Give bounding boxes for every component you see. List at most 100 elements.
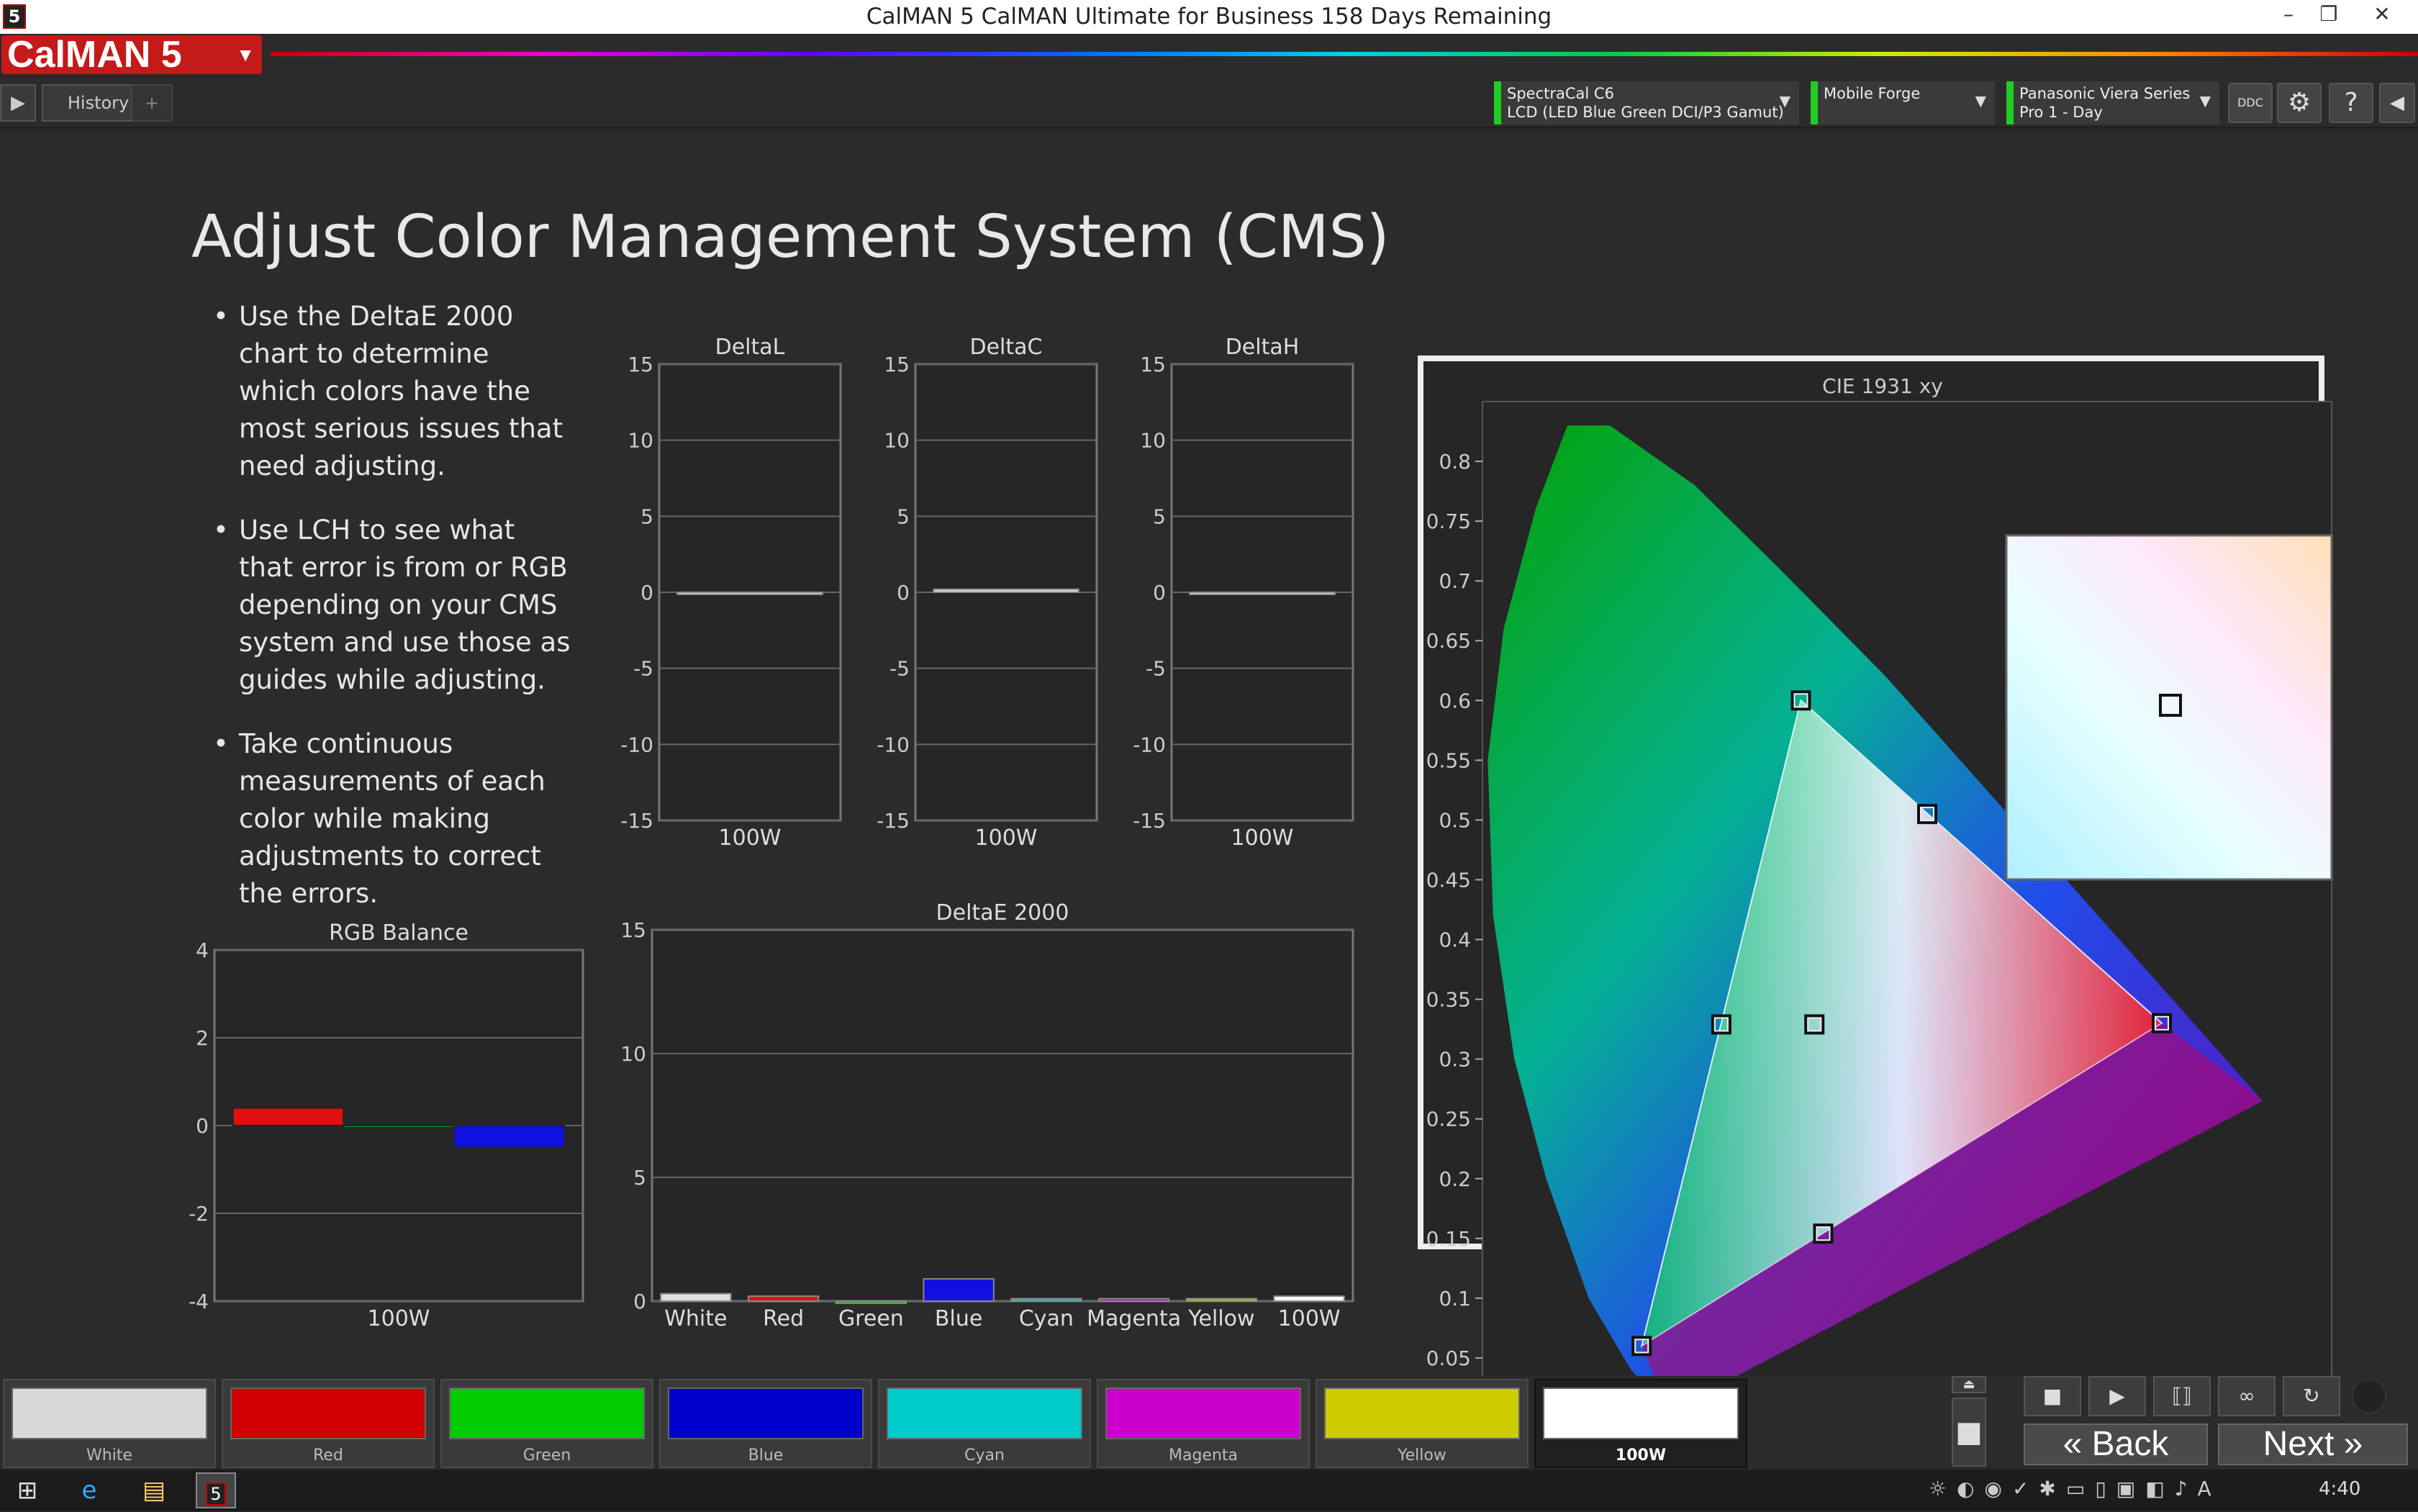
chevron-down-icon: ▼	[2199, 92, 2211, 109]
y-tick-label: 0.05	[1426, 1346, 1471, 1370]
swatch-red[interactable]: Red	[222, 1379, 435, 1468]
y-tick-label: 0.6	[1439, 689, 1471, 712]
y-tick-label: -10	[620, 733, 653, 756]
calman-taskbar-icon[interactable]: 5	[196, 1472, 236, 1508]
meter-name: SpectraCal C6	[1507, 85, 1614, 102]
swatch-magenta[interactable]: Magenta	[1097, 1379, 1310, 1468]
bar	[676, 592, 823, 595]
bar	[232, 1107, 345, 1126]
swatch-label: White	[86, 1447, 132, 1465]
swatch-label: Red	[313, 1447, 343, 1465]
y-tick-label: 10	[628, 429, 653, 453]
x-tick-label: 100W	[719, 825, 782, 851]
chart-title: DeltaH	[1226, 335, 1300, 360]
bar	[835, 1300, 907, 1304]
y-tick-label: 10	[884, 429, 910, 453]
swatch-white[interactable]: White	[3, 1379, 216, 1468]
y-tick-label: 0.3	[1439, 1048, 1471, 1072]
play-icon[interactable]: ▶	[0, 84, 36, 122]
back-button[interactable]: « Back	[2024, 1423, 2208, 1465]
y-tick-label: -5	[1146, 657, 1166, 681]
play-icon[interactable]: ▶	[2088, 1376, 2146, 1416]
rgb-balance-chart: RGB Balance 4 2 0 -2 -4 100W	[189, 920, 584, 1331]
read-series-icon[interactable]: ⟦⟧	[2153, 1376, 2211, 1416]
swatch-label: 100W	[1615, 1447, 1667, 1465]
swatch-chip	[1324, 1387, 1520, 1439]
back-label: Back	[2091, 1425, 2169, 1463]
source-selector[interactable]: Mobile Forge ▼	[1811, 81, 1995, 125]
calman-logo-icon: 5	[206, 1482, 226, 1506]
taskbar: ⊞ e ▤ 5 ☼◐◉✓✱▭▯▣◧♪A 4:40	[0, 1470, 2418, 1511]
y-tick-label: 0.7	[1439, 569, 1471, 593]
next-button[interactable]: Next »	[2218, 1423, 2408, 1465]
session-toolbar: ▶ History 1 + SpectraCal C6 LCD (LED Blu…	[0, 77, 2418, 129]
next-arrow-icon: »	[2343, 1425, 2363, 1463]
bar	[343, 1125, 455, 1129]
refresh-icon[interactable]: ↻	[2283, 1376, 2340, 1416]
y-tick-label: 0	[633, 1290, 646, 1313]
file-explorer-icon[interactable]: ▤	[134, 1472, 174, 1508]
swatch-chip	[668, 1387, 864, 1439]
swatch-chip	[887, 1387, 1082, 1439]
deltah-chart: DeltaH 15 10 5 0 -5 -10 -15 100W	[1133, 335, 1354, 851]
bar	[1097, 1298, 1170, 1303]
meter-selector[interactable]: SpectraCal C6 LCD (LED Blue Green DCI/P3…	[1494, 81, 1799, 125]
swatch-chip	[230, 1387, 426, 1439]
restore-icon[interactable]: ❐	[2314, 0, 2343, 29]
bar	[1273, 1295, 1345, 1302]
internet-explorer-icon[interactable]: e	[69, 1472, 109, 1508]
y-tick-label: -10	[877, 733, 910, 756]
y-tick-label: 15	[884, 353, 910, 376]
x-tick-label: 100W	[975, 825, 1038, 851]
y-tick-label: 5	[633, 1166, 646, 1190]
swatch-chip	[1543, 1387, 1739, 1439]
bar	[453, 1125, 566, 1149]
eject-icon[interactable]: ⏏	[1952, 1376, 1986, 1393]
add-tab-button[interactable]: +	[131, 84, 173, 122]
plot-area	[651, 928, 1354, 1303]
y-tick-label: -4	[189, 1290, 209, 1313]
y-tick-label: -2	[189, 1202, 209, 1226]
y-tick-label: -15	[620, 809, 653, 833]
swatch-cyan[interactable]: Cyan	[878, 1379, 1091, 1468]
charts-canvas: DeltaL 15 10 5 0 -5 -10 -15 100W DeltaC 15 10 5 0 -5 -…	[189, 335, 2333, 1376]
calman-menu-button[interactable]: CalMAN 5 ▼	[1, 35, 262, 74]
swatch-green[interactable]: Green	[440, 1379, 653, 1468]
x-tick-label: 100W	[368, 1306, 430, 1331]
swatch-chip	[12, 1387, 207, 1439]
display-selector[interactable]: Panasonic Viera Series Pro 1 - Day ▼	[2006, 81, 2219, 125]
y-tick-label: 0	[640, 581, 653, 605]
rainbow-divider	[271, 52, 2418, 56]
bar	[1189, 592, 1336, 595]
brand-ribbon: CalMAN 5 ▼	[0, 34, 2418, 77]
continuous-icon[interactable]: ∞	[2218, 1376, 2276, 1416]
ddc-button[interactable]: DDC	[2228, 83, 2273, 123]
swatch-label: Magenta	[1168, 1447, 1238, 1465]
help-icon[interactable]: ?	[2329, 83, 2373, 123]
gear-icon[interactable]: ⚙	[2277, 83, 2322, 123]
chart-title: RGB Balance	[329, 920, 468, 946]
y-tick-label: 2	[196, 1026, 209, 1050]
minimize-icon[interactable]: –	[2274, 0, 2303, 29]
swatch-100w[interactable]: 100W	[1534, 1379, 1747, 1468]
y-tick-label: 0	[196, 1114, 209, 1138]
windows-start-icon[interactable]: ⊞	[7, 1472, 47, 1508]
y-tick-label: 0.65	[1426, 629, 1471, 653]
y-tick-label: 0.5	[1439, 808, 1471, 832]
swatch-yellow[interactable]: Yellow	[1316, 1379, 1529, 1468]
swatch-blue[interactable]: Blue	[659, 1379, 872, 1468]
swatch-chip	[1105, 1387, 1301, 1439]
chart-title: DeltaE 2000	[936, 900, 1069, 925]
close-icon[interactable]: ✕	[2368, 0, 2396, 29]
y-tick-label: 0.35	[1426, 988, 1471, 1012]
x-tick-label: Green	[838, 1306, 904, 1331]
system-tray-icons[interactable]: ☼◐◉✓✱▭▯▣◧♪A	[1929, 1477, 2222, 1500]
stop-icon[interactable]: ■	[2024, 1376, 2081, 1416]
y-tick-label: -15	[877, 809, 910, 833]
x-tick-label: 100W	[1278, 1306, 1341, 1331]
collapse-icon[interactable]: ◀	[2379, 83, 2415, 123]
stop-big-icon[interactable]: ■	[1952, 1398, 1986, 1467]
bar	[747, 1295, 820, 1302]
record-icon[interactable]	[2352, 1379, 2386, 1413]
y-tick-label: 0.2	[1439, 1167, 1471, 1191]
